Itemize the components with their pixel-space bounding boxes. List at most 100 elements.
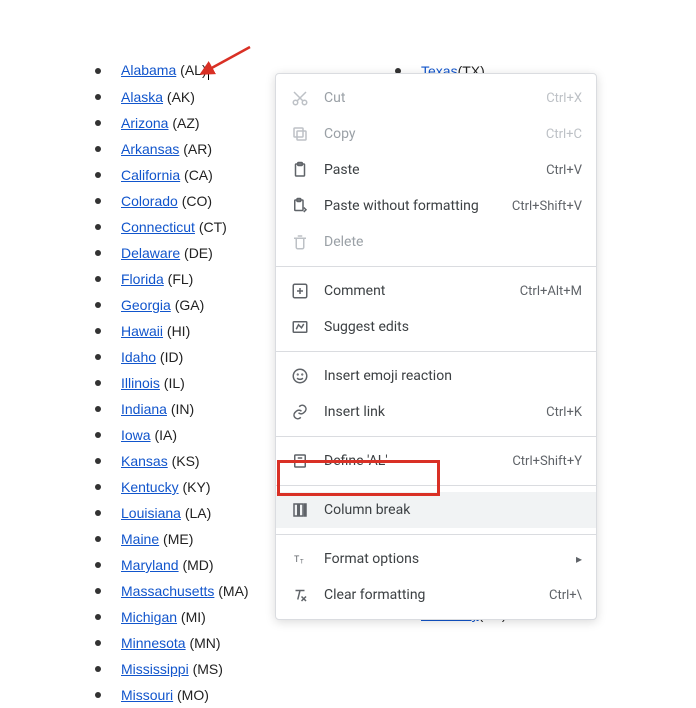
menu-label: Paste: [324, 162, 546, 178]
state-abbr: (KS): [168, 453, 200, 469]
state-name-link[interactable]: Massachusetts: [121, 583, 214, 599]
bullet-icon: [95, 588, 101, 594]
state-name-link[interactable]: Iowa: [121, 427, 151, 443]
list-item[interactable]: Mississippi (MS): [95, 656, 249, 682]
state-name-link[interactable]: Kansas: [121, 453, 168, 469]
menu-separator: [276, 436, 596, 437]
menu-label: Insert link: [324, 404, 546, 420]
menu-paste[interactable]: Paste Ctrl+V: [276, 152, 596, 188]
list-item[interactable]: Alabama (AL): [95, 58, 249, 84]
state-name-link[interactable]: Maine: [121, 531, 159, 547]
list-item[interactable]: Indiana (IN): [95, 396, 249, 422]
state-name-link[interactable]: Mississippi: [121, 661, 189, 677]
list-item[interactable]: Iowa (IA): [95, 422, 249, 448]
menu-cut[interactable]: Cut Ctrl+X: [276, 80, 596, 116]
state-abbr: (ME): [159, 531, 193, 547]
menu-shortcut: Ctrl+Alt+M: [520, 284, 582, 299]
state-abbr: (HI): [163, 323, 190, 339]
define-icon: [290, 451, 310, 471]
menu-column-break[interactable]: Column break: [276, 492, 596, 528]
list-item[interactable]: Maine (ME): [95, 526, 249, 552]
state-abbr: (IL): [160, 375, 185, 391]
list-item[interactable]: Connecticut (CT): [95, 214, 249, 240]
list-item[interactable]: Hawaii (HI): [95, 318, 249, 344]
bullet-icon: [95, 510, 101, 516]
state-name-link[interactable]: Delaware: [121, 245, 180, 261]
menu-copy[interactable]: Copy Ctrl+C: [276, 116, 596, 152]
state-name-link[interactable]: Arkansas: [121, 141, 179, 157]
bullet-icon: [95, 328, 101, 334]
state-name-link[interactable]: Colorado: [121, 193, 178, 209]
state-abbr: (MD): [179, 557, 214, 573]
list-item[interactable]: Georgia (GA): [95, 292, 249, 318]
menu-label: Format options: [324, 551, 576, 567]
state-name-link[interactable]: California: [121, 167, 180, 183]
state-abbr: (IN): [167, 401, 194, 417]
state-name-link[interactable]: Maryland: [121, 557, 179, 573]
list-item[interactable]: California (CA): [95, 162, 249, 188]
menu-format-options[interactable]: TT Format options ▸: [276, 541, 596, 577]
list-item[interactable]: Maryland (MD): [95, 552, 249, 578]
list-item[interactable]: Minnesota (MN): [95, 630, 249, 656]
state-name-link[interactable]: Georgia: [121, 297, 171, 313]
menu-separator: [276, 534, 596, 535]
state-abbr: (AK): [163, 89, 195, 105]
state-name-link[interactable]: Alaska: [121, 89, 163, 105]
bullet-icon: [95, 562, 101, 568]
state-name-link[interactable]: Minnesota: [121, 635, 186, 651]
submenu-arrow-icon: ▸: [576, 552, 582, 566]
menu-clear-formatting[interactable]: Clear formatting Ctrl+\: [276, 577, 596, 613]
menu-paste-without-formatting[interactable]: Paste without formatting Ctrl+Shift+V: [276, 188, 596, 224]
menu-define[interactable]: Define 'AL' Ctrl+Shift+Y: [276, 443, 596, 479]
bullet-icon: [95, 276, 101, 282]
state-name-link[interactable]: Illinois: [121, 375, 160, 391]
menu-insert-link[interactable]: Insert link Ctrl+K: [276, 394, 596, 430]
state-abbr: (LA): [181, 505, 211, 521]
list-item[interactable]: Arkansas (AR): [95, 136, 249, 162]
paste-plain-icon: [290, 196, 310, 216]
state-name-link[interactable]: Missouri: [121, 687, 173, 703]
state-name-link[interactable]: Louisiana: [121, 505, 181, 521]
list-item[interactable]: Kansas (KS): [95, 448, 249, 474]
bullet-icon: [95, 198, 101, 204]
state-name-link[interactable]: Connecticut: [121, 219, 195, 235]
bullet-icon: [95, 302, 101, 308]
bullet-icon: [95, 172, 101, 178]
menu-shortcut: Ctrl+K: [546, 405, 582, 420]
state-name-link[interactable]: Hawaii: [121, 323, 163, 339]
bullet-icon: [95, 406, 101, 412]
state-name-link[interactable]: Arizona: [121, 115, 168, 131]
states-list-col1: Alabama (AL)Alaska (AK)Arizona (AZ)Arkan…: [95, 58, 249, 708]
menu-suggest-edits[interactable]: Suggest edits: [276, 309, 596, 345]
list-item[interactable]: Kentucky (KY): [95, 474, 249, 500]
list-item[interactable]: Colorado (CO): [95, 188, 249, 214]
list-item[interactable]: Missouri (MO): [95, 682, 249, 708]
state-name-link[interactable]: Kentucky: [121, 479, 179, 495]
list-item[interactable]: Delaware (DE): [95, 240, 249, 266]
list-item[interactable]: Idaho (ID): [95, 344, 249, 370]
list-item[interactable]: Michigan (MI): [95, 604, 249, 630]
list-item[interactable]: Illinois (IL): [95, 370, 249, 396]
menu-insert-emoji[interactable]: Insert emoji reaction: [276, 358, 596, 394]
list-item[interactable]: Alaska (AK): [95, 84, 249, 110]
menu-label: Copy: [324, 126, 546, 142]
list-item[interactable]: Massachusetts (MA): [95, 578, 249, 604]
menu-comment[interactable]: Comment Ctrl+Alt+M: [276, 273, 596, 309]
state-name-link[interactable]: Michigan: [121, 609, 177, 625]
bullet-icon: [95, 94, 101, 100]
svg-text:T: T: [294, 555, 300, 565]
list-item[interactable]: Louisiana (LA): [95, 500, 249, 526]
menu-delete[interactable]: Delete: [276, 224, 596, 260]
state-name-link[interactable]: Idaho: [121, 349, 156, 365]
bullet-icon: [95, 614, 101, 620]
bullet-icon: [95, 536, 101, 542]
state-name-link[interactable]: Indiana: [121, 401, 167, 417]
list-item[interactable]: Arizona (AZ): [95, 110, 249, 136]
state-name-link[interactable]: Alabama: [121, 62, 176, 78]
state-abbr: (AL): [176, 62, 206, 78]
bullet-icon: [95, 484, 101, 490]
menu-label: Delete: [324, 234, 582, 250]
state-name-link[interactable]: Florida: [121, 271, 164, 287]
bullet-icon: [95, 68, 101, 74]
list-item[interactable]: Florida (FL): [95, 266, 249, 292]
